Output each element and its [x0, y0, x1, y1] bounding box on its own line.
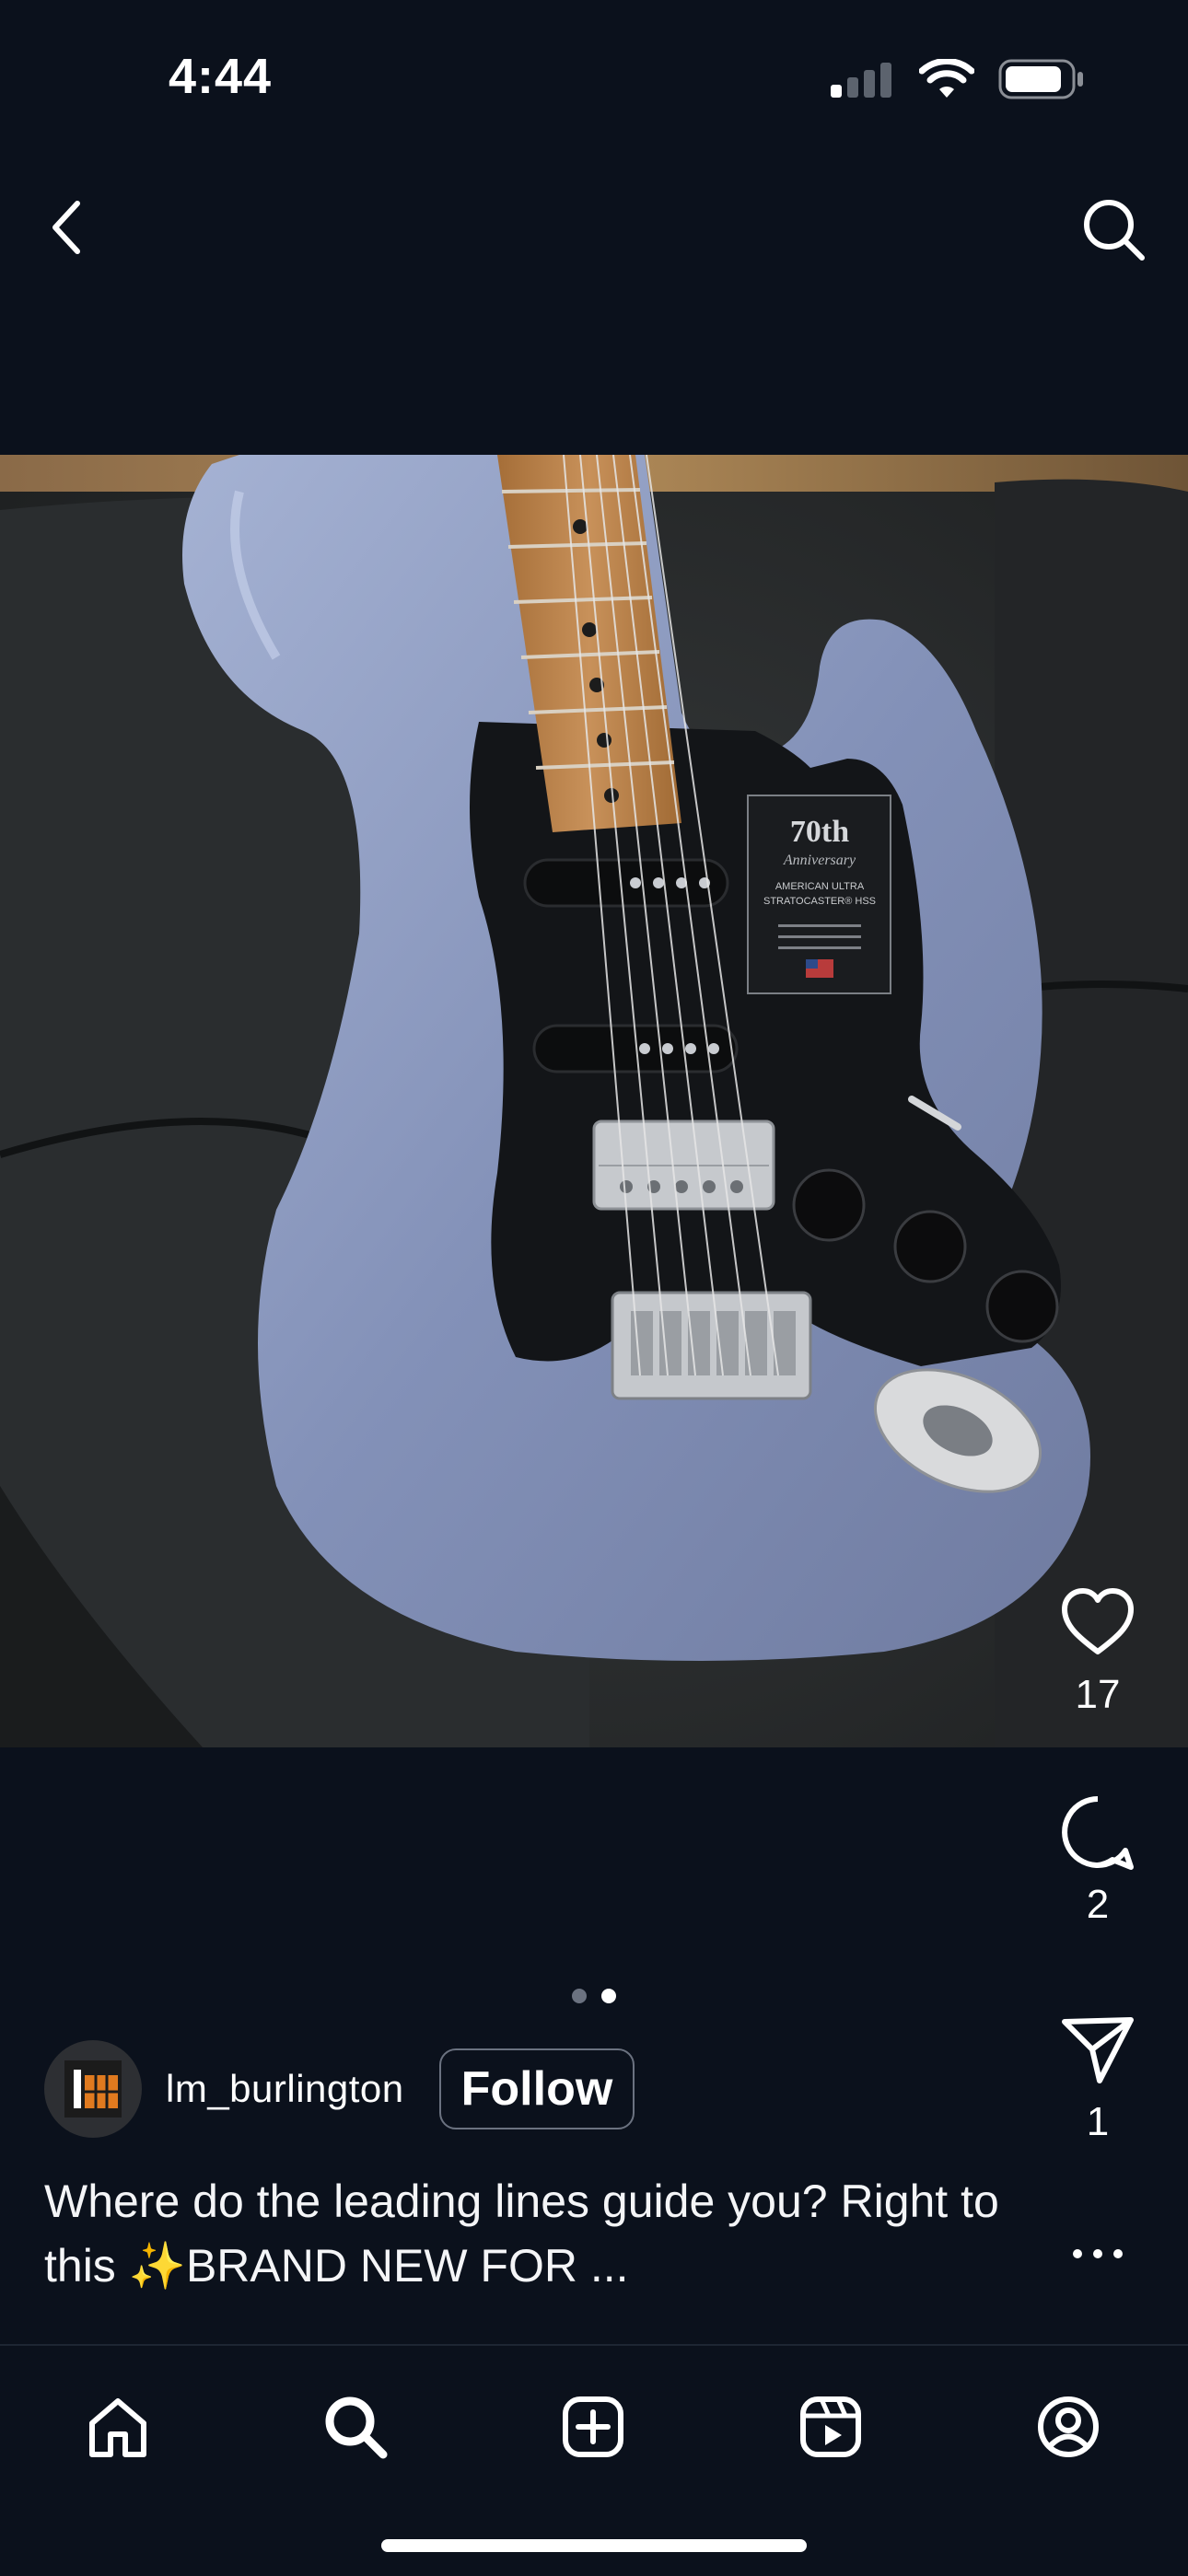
comment-button[interactable]: [1033, 1786, 1162, 1878]
comment-action: 2: [1033, 1786, 1162, 1928]
comment-icon: [1062, 1796, 1134, 1870]
share-count: 1: [1086, 2099, 1110, 2144]
more-action: [1033, 2208, 1162, 2300]
home-indicator[interactable]: [381, 2539, 807, 2552]
carousel-dot: [572, 1989, 587, 2003]
comment-count: 2: [1086, 1882, 1110, 1927]
svg-text:STRATOCASTER® HSS: STRATOCASTER® HSS: [763, 896, 876, 907]
more-icon: [1073, 2249, 1123, 2258]
create-icon: [563, 2396, 623, 2457]
store-logo-icon: [64, 2060, 122, 2118]
profile-icon: [1038, 2396, 1099, 2457]
status-time: 4:44: [169, 49, 273, 104]
more-button[interactable]: [1033, 2208, 1162, 2300]
carousel-dots: [0, 1989, 1188, 2003]
wifi-icon: [919, 59, 974, 98]
like-count: 17: [1075, 1672, 1121, 1717]
tab-create[interactable]: [547, 2381, 639, 2473]
cellular-signal-icon: [831, 63, 891, 98]
share-button[interactable]: [1033, 2003, 1162, 2095]
tab-home[interactable]: [72, 2381, 164, 2473]
svg-text:70th: 70th: [790, 815, 849, 849]
avatar[interactable]: [44, 2040, 142, 2138]
post-caption[interactable]: Where do the leading lines guide you? Ri…: [44, 2169, 1002, 2298]
search-button[interactable]: [1077, 193, 1151, 267]
follow-button[interactable]: Follow: [438, 2048, 635, 2129]
share-action: 1: [1033, 2003, 1162, 2145]
like-action: 17: [1033, 1576, 1162, 1718]
send-icon: [1062, 2017, 1134, 2083]
carousel-dot-active: [601, 1989, 616, 2003]
tab-profile[interactable]: [1022, 2381, 1114, 2473]
status-icons: [829, 59, 1085, 99]
guitar-photo: 70th Anniversary AMERICAN ULTRA STRATOCA…: [0, 455, 1188, 1747]
battery-icon: [998, 59, 1083, 99]
heart-icon: [1062, 1588, 1134, 1654]
tab-reels[interactable]: [785, 2381, 877, 2473]
reels-icon: [800, 2396, 861, 2457]
svg-text:AMERICAN ULTRA: AMERICAN ULTRA: [775, 881, 865, 892]
like-button[interactable]: [1033, 1576, 1162, 1668]
explore-icon: [325, 2396, 388, 2459]
author-row: lm_burlington Follow: [44, 2040, 635, 2138]
back-button[interactable]: [37, 198, 96, 257]
chevron-left-icon: [52, 201, 80, 254]
author-username[interactable]: lm_burlington: [166, 2067, 404, 2111]
search-icon: [1084, 200, 1145, 261]
svg-text:Anniversary: Anniversary: [783, 853, 856, 868]
post-photo[interactable]: 70th Anniversary AMERICAN ULTRA STRATOCA…: [0, 455, 1188, 1747]
tab-explore[interactable]: [309, 2381, 402, 2473]
home-icon: [89, 2398, 146, 2457]
